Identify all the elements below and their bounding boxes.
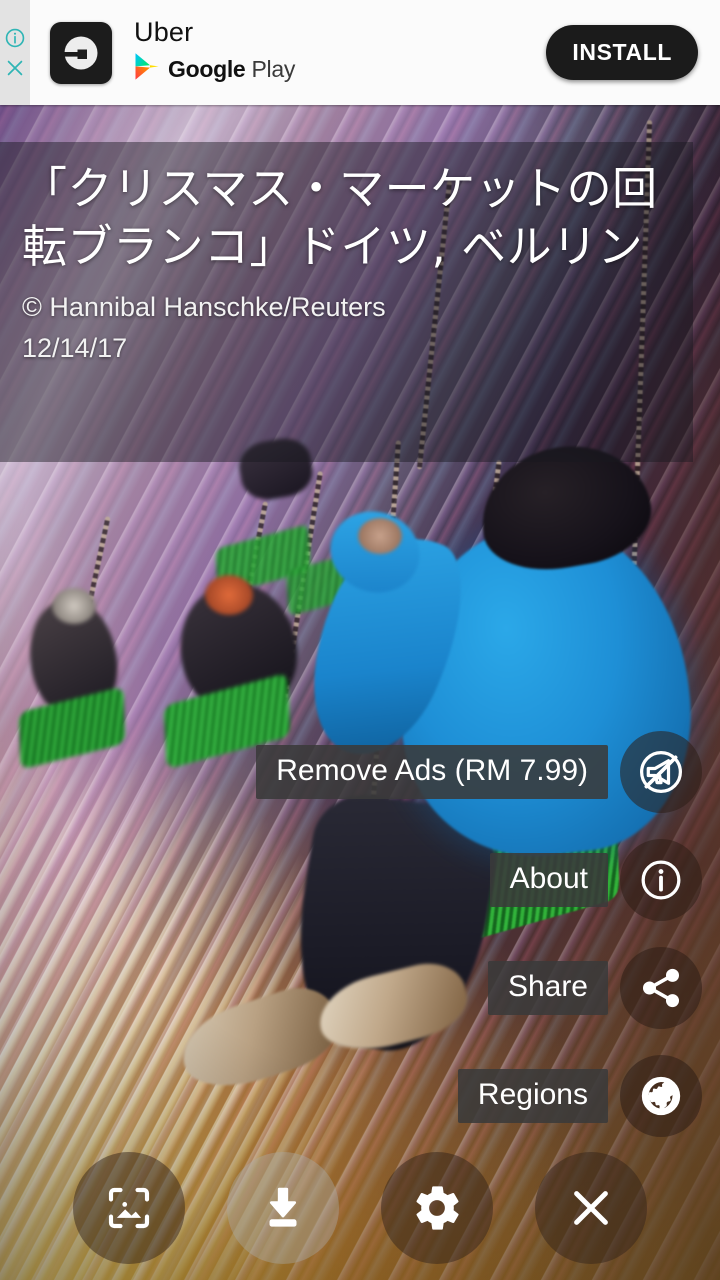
- adchoices-controls[interactable]: [0, 0, 30, 105]
- close-button[interactable]: [535, 1151, 647, 1264]
- google-play-ad-banner[interactable]: Uber Google Play INSTALL: [0, 0, 720, 105]
- settings-button[interactable]: [381, 1151, 493, 1264]
- menu-label-regions[interactable]: Regions: [457, 1069, 608, 1123]
- ad-store-row: Google Play: [134, 52, 295, 86]
- close-x-icon[interactable]: [4, 57, 26, 79]
- ad-store-name: Google Play: [168, 56, 295, 83]
- menu-item-about[interactable]: About: [489, 839, 702, 921]
- menu-item-remove-ads[interactable]: Remove Ads (RM 7.99): [256, 731, 702, 813]
- install-button[interactable]: INSTALL: [546, 25, 698, 80]
- globe-icon[interactable]: [620, 1055, 702, 1137]
- info-circle-icon[interactable]: [4, 27, 26, 49]
- share-nodes-icon[interactable]: [620, 947, 702, 1029]
- menu-label-share[interactable]: Share: [487, 961, 608, 1015]
- ad-store-name-bold: Google: [168, 55, 246, 82]
- download-button[interactable]: [227, 1151, 339, 1264]
- page-title: 「クリスマス・マーケットの回転ブランコ」ドイツ, ベルリン: [22, 162, 658, 273]
- image-credit: © Hannibal Hanschke/Reuters: [22, 292, 386, 323]
- app-screen: Uber Google Play INSTALL 「クリスマス・マーケットの回転…: [0, 0, 720, 1280]
- menu-label-remove-ads[interactable]: Remove Ads (RM 7.99): [256, 745, 608, 799]
- menu-label-about[interactable]: About: [489, 853, 608, 907]
- ad-app-name: Uber: [134, 17, 194, 47]
- no-ads-megaphone-icon[interactable]: [620, 731, 702, 813]
- ad-app-icon-wrapper: [50, 21, 112, 84]
- image-date: 12/14/17: [22, 332, 128, 363]
- google-play-triangle-icon: [134, 52, 160, 86]
- set-wallpaper-button[interactable]: [73, 1151, 185, 1264]
- menu-item-regions[interactable]: Regions: [457, 1055, 702, 1137]
- ad-store-name-light: Play: [251, 55, 296, 82]
- menu-item-share[interactable]: Share: [487, 947, 702, 1029]
- uber-app-icon[interactable]: [50, 21, 112, 84]
- info-circle-icon[interactable]: [620, 839, 702, 921]
- bottom-action-bar: [0, 1145, 720, 1270]
- ad-text-block: Uber Google Play: [134, 19, 295, 86]
- image-caption-overlay: 「クリスマス・マーケットの回転ブランコ」ドイツ, ベルリン © Hannibal…: [0, 142, 693, 462]
